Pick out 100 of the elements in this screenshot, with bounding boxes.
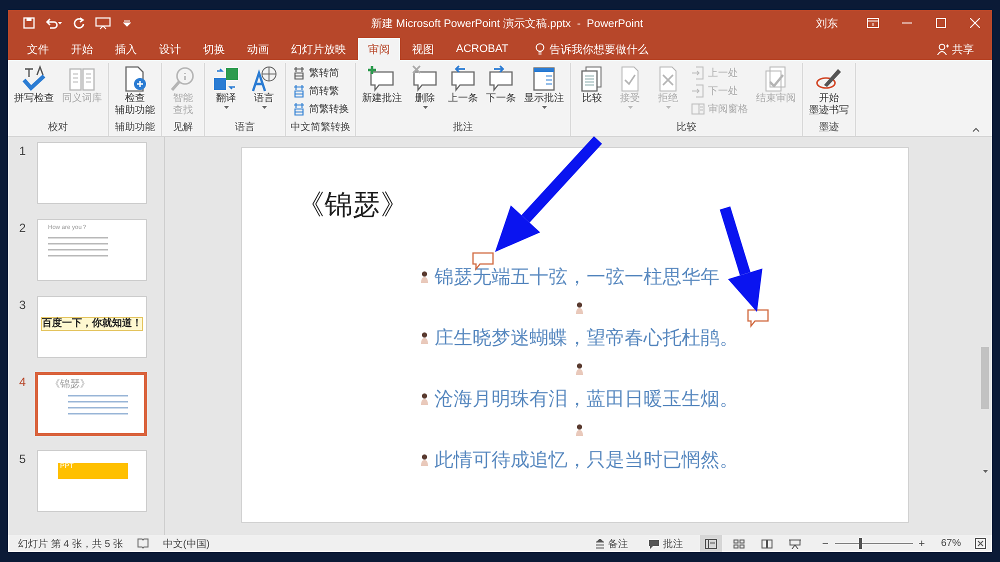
group-label: 批注 (452, 121, 474, 135)
caret-icon (982, 469, 988, 474)
ribbon-button[interactable]: 简繁转换 (289, 100, 352, 117)
scroll-thumb[interactable] (981, 347, 989, 409)
caret-icon (664, 105, 672, 110)
zoom-in-button[interactable]: + (916, 538, 927, 550)
ribbon-button[interactable]: 语言 (246, 63, 282, 112)
globe-letter-icon (249, 65, 279, 93)
person-icon (574, 362, 584, 376)
previous-change-icon (691, 66, 705, 80)
person-icon (420, 270, 428, 284)
group-label: 中文简繁转换 (290, 121, 352, 135)
projector-icon (95, 16, 111, 30)
poem-line: 锦瑟无端五十弦，一弦一柱思华年 (434, 266, 720, 290)
projector-icon (789, 538, 802, 548)
share-button[interactable]: 共享 (931, 38, 980, 60)
close-icon (970, 18, 980, 28)
redo-icon (73, 17, 85, 29)
normal-view-icon (705, 538, 718, 548)
person-icon (937, 43, 949, 55)
slide-number: 4 (18, 374, 27, 389)
ribbon-button[interactable]: 新建批注 (359, 63, 405, 107)
ribbon-button[interactable]: 翻译 (208, 63, 244, 112)
comment-icon (746, 309, 768, 328)
ribbon-tab[interactable]: 幻灯片放映 (281, 38, 356, 60)
ribbon-options-icon (867, 18, 879, 28)
thumbnail-title: 《锦瑟》 (49, 378, 91, 390)
group-label: 墨迹 (818, 121, 840, 135)
person-icon (420, 392, 428, 406)
ribbon-tab[interactable]: 切换 (193, 38, 235, 60)
group-label: 见解 (172, 121, 194, 135)
lightbulb-icon (535, 43, 546, 55)
fit-slide-button[interactable] (975, 538, 986, 549)
pane-icon (691, 102, 705, 116)
slide-count: 幻灯片 第 4 张，共 5 张 (18, 538, 124, 550)
ribbon-tab[interactable]: 插入 (105, 38, 147, 60)
collapse-ribbon-button[interactable] (972, 127, 980, 132)
character-icon (292, 66, 306, 80)
slide-number: 2 (18, 220, 27, 235)
slide-thumbnail[interactable]: 百度一下，你就知道！ (37, 296, 147, 358)
ribbon-tab[interactable]: 动画 (237, 38, 279, 60)
view-button[interactable] (700, 535, 722, 552)
slide-number: 5 (18, 451, 27, 466)
zoom-thumb[interactable] (859, 538, 862, 549)
notes-icon (595, 538, 606, 548)
slide-number: 1 (18, 143, 27, 158)
group-label: 语言 (234, 121, 256, 135)
window-title: 新建 Microsoft PowerPoint 演示文稿.pptx - PowerPoint (370, 16, 644, 30)
book-icon (761, 538, 774, 548)
ribbon-tab[interactable]: 文件 (17, 38, 59, 60)
person-icon (420, 331, 428, 345)
caret-icon (260, 105, 268, 110)
caret-icon (222, 105, 230, 110)
ribbon-button[interactable]: 开始 墨迹书写 (806, 63, 852, 119)
chevron-up-icon (972, 127, 980, 132)
zoom-level: 67% (940, 538, 961, 549)
notes-button[interactable]: 备注 (592, 535, 632, 552)
thumbnail-title: 百度一下，你就知道！ (41, 317, 143, 331)
person-icon (574, 422, 584, 436)
poem-line: 沧海月明珠有泪，蓝田日暖玉生烟。 (434, 388, 738, 412)
language-status: 中文(中国) (163, 538, 210, 550)
spell-check-icon (137, 538, 150, 549)
next-change-icon (691, 84, 705, 98)
maximize-icon (936, 18, 946, 28)
undo-icon (45, 17, 63, 29)
ribbon-button[interactable]: 删除 (407, 63, 443, 112)
grid-icon (733, 538, 746, 548)
ribbon-button[interactable]: 下一条 (483, 63, 519, 107)
slide-title: 《锦瑟》 (296, 188, 408, 222)
slide-thumbnail[interactable]: 《锦瑟》 (36, 373, 146, 435)
ribbon-button[interactable]: 上一条 (445, 63, 481, 107)
translate-icon (211, 65, 241, 93)
fit-icon (975, 538, 986, 549)
ribbon-button[interactable]: 简转繁 (289, 82, 352, 99)
ribbon-button[interactable]: 拼写检查 (11, 63, 57, 107)
character-icon (292, 102, 306, 116)
tell-me-search[interactable]: 告诉我你想要做什么 (531, 38, 652, 60)
ribbon-button[interactable]: 繁转简 (289, 64, 352, 81)
ribbon-tab[interactable]: 审阅 (358, 38, 400, 60)
slide-thumbnail[interactable] (37, 142, 147, 204)
user-name: 刘东 (816, 16, 838, 30)
save-icon (23, 17, 35, 29)
ribbon-tab[interactable]: ACROBAT (446, 38, 518, 60)
ribbon-tab[interactable]: 设计 (149, 38, 191, 60)
poem-line: 此情可待成追忆，只是当时已惘然。 (434, 449, 738, 473)
caret-icon (626, 105, 634, 110)
person-icon (574, 300, 584, 314)
ribbon-tab[interactable]: 视图 (402, 38, 444, 60)
group-label: 校对 (47, 121, 69, 135)
group-label: 比较 (676, 121, 698, 135)
ribbon-button[interactable]: 比较 (574, 63, 610, 107)
slide-number: 3 (18, 297, 27, 312)
comments-button[interactable]: 批注 (645, 535, 686, 552)
ribbon-button[interactable]: 检查 辅助功能 (112, 63, 158, 119)
comment-icon (648, 538, 660, 548)
zoom-out-button[interactable]: − (820, 538, 831, 550)
caret-icon (123, 19, 131, 27)
ribbon-tab[interactable]: 开始 (61, 38, 103, 60)
poem-line: 庄生晓梦迷蝴蝶，望帝春心托杜鹃。 (434, 327, 738, 351)
ribbon-button[interactable]: 显示批注 (521, 63, 567, 112)
